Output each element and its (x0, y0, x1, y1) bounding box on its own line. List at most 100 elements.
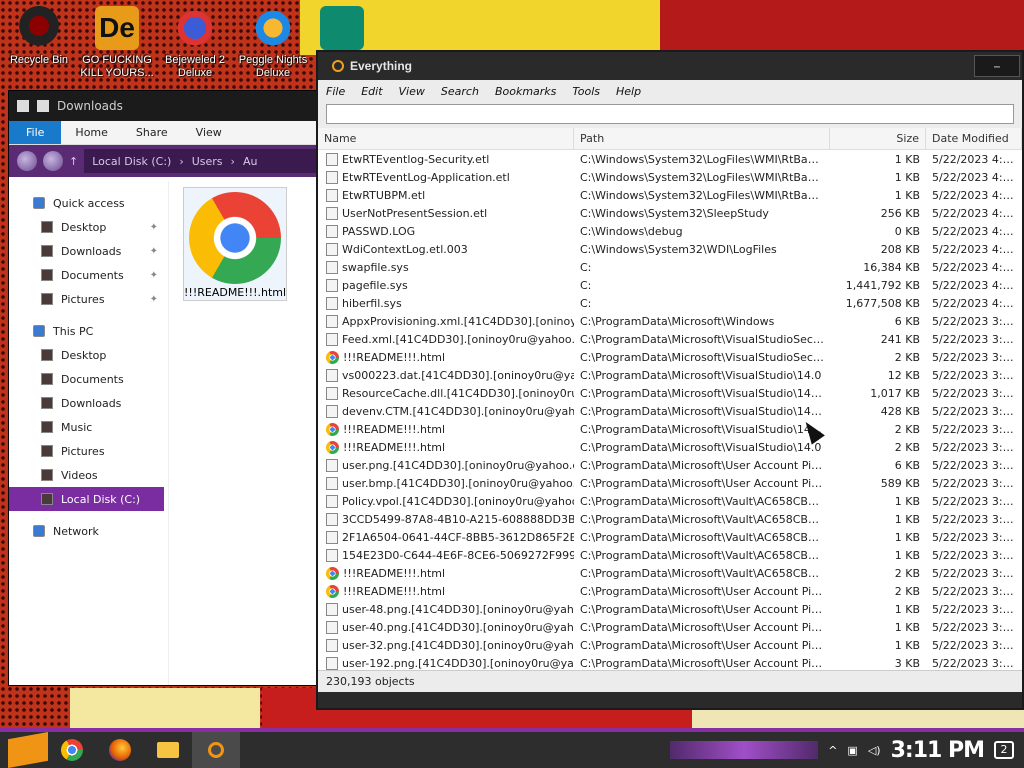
nav-this-pc[interactable]: This PC (9, 319, 168, 343)
result-row[interactable]: PASSWD.LOG C:\Windows\debug 0 KB 5/22/2023 … (318, 222, 1022, 240)
result-size-text: 241 KB (880, 332, 920, 346)
result-row[interactable]: EtwRTEventlog-Security.etl C:\Windows\Sys… (318, 150, 1022, 168)
nav-quick-access[interactable]: Quick access (9, 191, 168, 215)
result-path: C:\ProgramData\Microsoft\VisualStudio\14… (574, 405, 830, 418)
result-row[interactable]: user.bmp.[41C4DD30].[oninoy0ru@yahoo.co.… (318, 474, 1022, 492)
nav-item-downloads[interactable]: Downloads (9, 391, 168, 415)
breadcrumb[interactable]: Local Disk (C:) › Users › Au (84, 149, 337, 173)
desktop-icon-bejeweled[interactable]: Bejeweled 2 Deluxe (156, 6, 234, 80)
result-row[interactable]: swapfile.sys C: 16,384 KB 5/22/2023 4:03 PM (318, 258, 1022, 276)
result-date: 5/22/2023 4:03 PM (926, 153, 1022, 166)
properties-icon[interactable] (37, 100, 49, 112)
result-row[interactable]: user.png.[41C4DD30].[oninoy0ru@yahoo.co.… (318, 456, 1022, 474)
result-row[interactable]: hiberfil.sys C: 1,677,508 KB 5/22/2023 4:03… (318, 294, 1022, 312)
result-row[interactable]: AppxProvisioning.xml.[41C4DD30].[oninoy0… (318, 312, 1022, 330)
nav-network[interactable]: Network (9, 519, 168, 543)
taskbar-chrome[interactable] (48, 732, 96, 768)
result-row[interactable]: 154E23D0-C644-4E6F-8CE6-5069272F999F.v..… (318, 546, 1022, 564)
result-row[interactable]: 3CCD5499-87A8-4B10-A215-608888DD3B55....… (318, 510, 1022, 528)
file-item-readme[interactable]: !!!README!!!.html (183, 187, 287, 301)
result-row[interactable]: !!!README!!!.html C:\ProgramData\Microsof… (318, 564, 1022, 582)
nav-item-downloads[interactable]: Downloads ✦ (9, 239, 168, 263)
desktop-icon-peggle[interactable]: Peggle Nights Deluxe (234, 6, 312, 80)
result-date: 5/22/2023 3:10 PM (926, 585, 1022, 598)
desktop-icon-app[interactable]: De GO FUCKING KILL YOURS... (78, 6, 156, 80)
nav-item-desktop[interactable]: Desktop ✦ (9, 215, 168, 239)
result-row[interactable]: !!!README!!!.html C:\ProgramData\Microsof… (318, 420, 1022, 438)
forward-button[interactable] (43, 151, 63, 171)
desktop-icon-recycle-bin[interactable]: Recycle Bin (0, 6, 78, 67)
file-icon (326, 332, 338, 346)
nav-item-videos[interactable]: Videos (9, 463, 168, 487)
result-row[interactable]: ResourceCache.dll.[41C4DD30].[oninoy0ru@… (318, 384, 1022, 402)
network-status-icon[interactable]: ▣ (847, 744, 857, 757)
breadcrumb-item[interactable]: Users (192, 155, 223, 168)
result-row[interactable]: Feed.xml.[41C4DD30].[oninoy0ru@yahoo.co.… (318, 330, 1022, 348)
result-path-text: C:\ProgramData\Microsoft\VisualStudioSec… (580, 332, 830, 346)
taskbar-file-explorer[interactable] (144, 732, 192, 768)
nav-label: Pictures (61, 292, 105, 306)
result-size-text: 2 KB (894, 422, 920, 436)
nav-item-pictures[interactable]: Pictures ✦ (9, 287, 168, 311)
result-row[interactable]: UserNotPresentSession.etl C:\Windows\Syst… (318, 204, 1022, 222)
explorer-titlebar[interactable]: Downloads (9, 91, 337, 121)
desktop-icon-publisher[interactable] (312, 6, 372, 54)
column-header-date[interactable]: Date Modified (926, 128, 1022, 149)
breadcrumb-item[interactable]: Au (243, 155, 258, 168)
result-row[interactable]: 2F1A6504-0641-44CF-8BB5-3612D865F2E5.v..… (318, 528, 1022, 546)
result-row[interactable]: !!!README!!!.html C:\ProgramData\Microsof… (318, 582, 1022, 600)
column-header-name[interactable]: Name (318, 128, 574, 149)
tab-home[interactable]: Home (61, 121, 121, 144)
nav-item-documents[interactable]: Documents ✦ (9, 263, 168, 287)
result-size-text: 1 KB (894, 494, 920, 508)
tab-view[interactable]: View (182, 121, 236, 144)
column-header-path[interactable]: Path (574, 128, 830, 149)
result-row[interactable]: user-40.png.[41C4DD30].[oninoy0ru@yahoo.… (318, 618, 1022, 636)
column-header-size[interactable]: Size (830, 128, 926, 149)
result-path: C:\ProgramData\Microsoft\Vault\AC658CB4-… (574, 567, 830, 580)
result-row[interactable]: EtwRTEventLog-Application.etl C:\Windows\… (318, 168, 1022, 186)
result-row[interactable]: vs000223.dat.[41C4DD30].[oninoy0ru@yaho.… (318, 366, 1022, 384)
notifications-button[interactable]: 2 (994, 741, 1014, 759)
result-row[interactable]: devenv.CTM.[41C4DD30].[oninoy0ru@yahoo..… (318, 402, 1022, 420)
clock[interactable]: 3:11 PM (891, 738, 985, 763)
nav-item-local-disk[interactable]: Local Disk (C:) (9, 487, 164, 511)
minimize-button[interactable]: – (974, 55, 1020, 77)
up-arrow-icon[interactable]: ↑ (69, 155, 78, 168)
taskbar-everything[interactable] (192, 732, 240, 768)
search-input[interactable] (326, 104, 1014, 124)
nav-item-desktop[interactable]: Desktop (9, 343, 168, 367)
tab-share[interactable]: Share (122, 121, 182, 144)
nav-item-documents[interactable]: Documents (9, 367, 168, 391)
volume-icon[interactable]: ◁) (868, 744, 881, 757)
menu-help[interactable]: Help (608, 85, 649, 98)
nav-item-music[interactable]: Music (9, 415, 168, 439)
tab-file[interactable]: File (9, 121, 62, 144)
chevron-up-icon[interactable]: ^ (828, 744, 837, 757)
menu-file[interactable]: File (318, 85, 353, 98)
back-button[interactable] (17, 151, 37, 171)
result-row[interactable]: EtwRTUBPM.etl C:\Windows\System32\LogFile… (318, 186, 1022, 204)
result-path: C:\ProgramData\Microsoft\VisualStudio\14… (574, 423, 830, 436)
result-row[interactable]: !!!README!!!.html C:\ProgramData\Microsof… (318, 348, 1022, 366)
menu-search[interactable]: Search (433, 85, 487, 98)
result-row[interactable]: !!!README!!!.html C:\ProgramData\Microsof… (318, 438, 1022, 456)
result-path-text: C:\ProgramData\Microsoft\VisualStudioSec… (580, 350, 830, 364)
explorer-window: Downloads File Home Share View ↑ Local D… (8, 90, 338, 686)
start-button[interactable] (8, 732, 48, 768)
everything-titlebar[interactable]: Everything – (318, 52, 1022, 80)
menu-edit[interactable]: Edit (353, 85, 390, 98)
result-row[interactable]: user-32.png.[41C4DD30].[oninoy0ru@yahoo.… (318, 636, 1022, 654)
menu-view[interactable]: View (391, 85, 433, 98)
menu-tools[interactable]: Tools (564, 85, 608, 98)
result-row[interactable]: WdiContextLog.etl.003 C:\Windows\System32… (318, 240, 1022, 258)
taskbar-firefox[interactable] (96, 732, 144, 768)
result-row[interactable]: Policy.vpol.[41C4DD30].[oninoy0ru@yahoo.… (318, 492, 1022, 510)
quick-access-toolbar-icon[interactable] (17, 100, 29, 112)
breadcrumb-item[interactable]: Local Disk (C:) (92, 155, 171, 168)
result-row[interactable]: pagefile.sys C: 1,441,792 KB 5/22/2023 4:03… (318, 276, 1022, 294)
result-row[interactable]: user-48.png.[41C4DD30].[oninoy0ru@yahoo.… (318, 600, 1022, 618)
result-row[interactable]: user-192.png.[41C4DD30].[oninoy0ru@yahoo… (318, 654, 1022, 670)
menu-bookmarks[interactable]: Bookmarks (487, 85, 564, 98)
nav-item-pictures[interactable]: Pictures (9, 439, 168, 463)
